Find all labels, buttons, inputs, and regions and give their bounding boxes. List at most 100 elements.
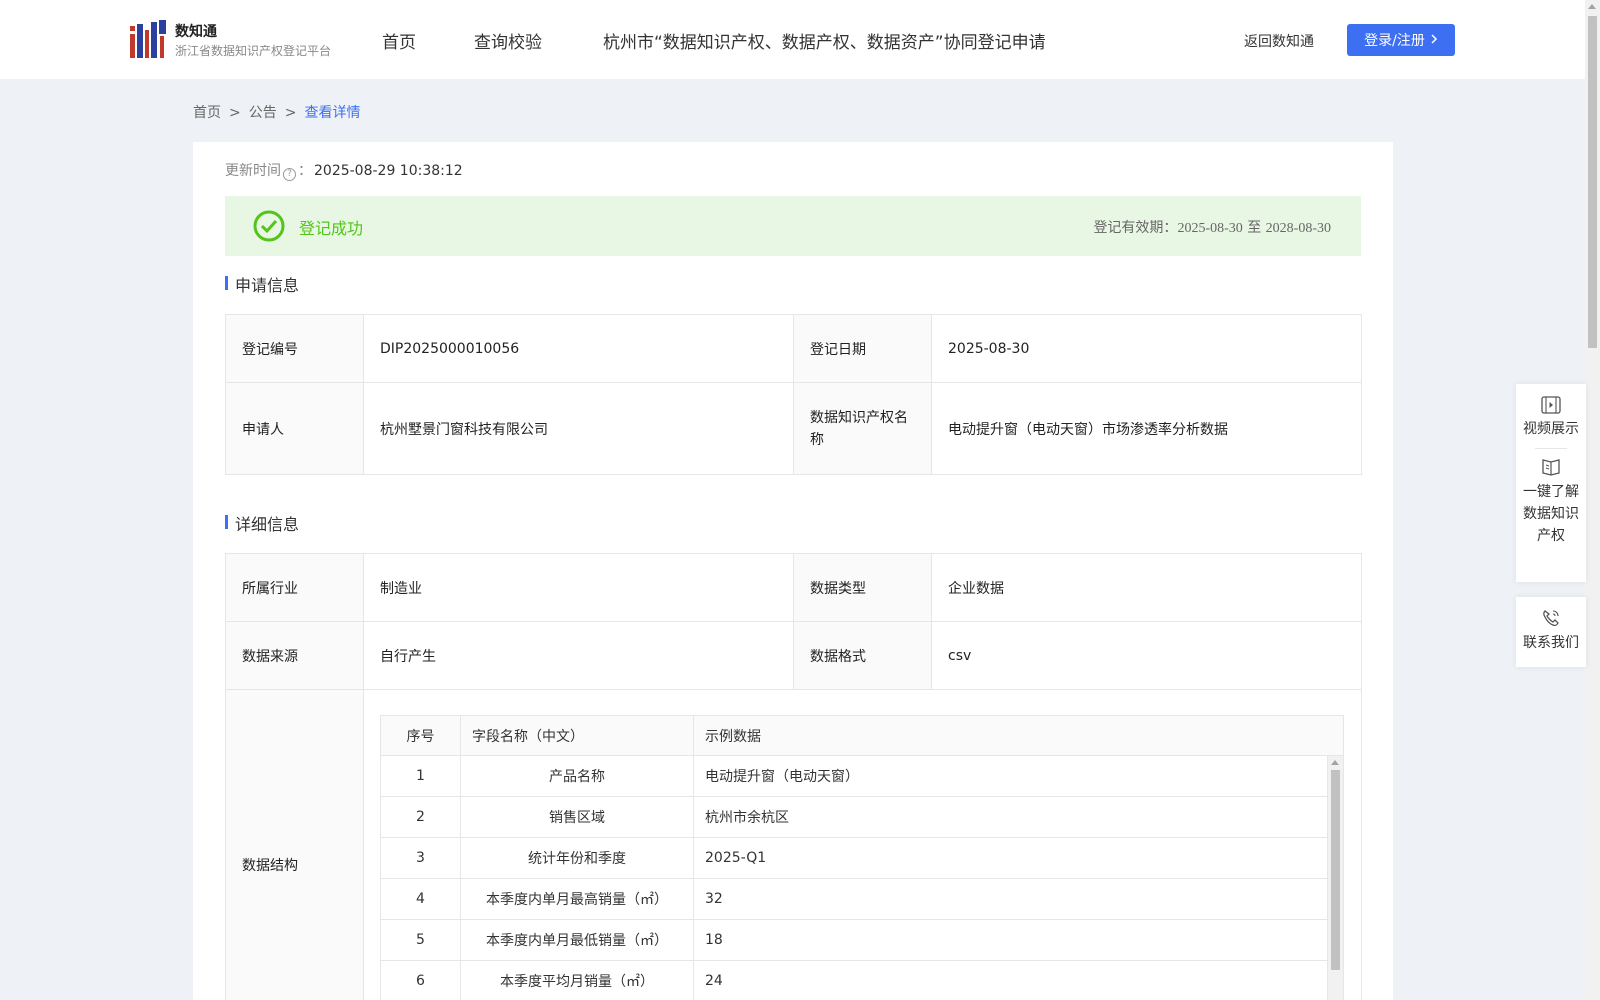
contact-us-label: 联系我们: [1523, 635, 1579, 651]
row-field-name: 本季度内单月最高销量（㎡）: [461, 879, 694, 919]
question-mark-icon[interactable]: ?: [283, 168, 296, 181]
row-field-name: 本季度平均月销量（㎡）: [461, 961, 694, 1000]
side-divider: [1535, 448, 1567, 449]
learn-data-ip-label: 一键了解数据知识产权: [1523, 484, 1579, 544]
header-sample-data: 示例数据: [705, 728, 761, 745]
brand-subtitle: 浙江省数据知识产权登记平台: [175, 44, 332, 58]
nav-query-verify[interactable]: 查询校验: [474, 28, 542, 53]
row-sample-data: 18: [694, 920, 1328, 960]
validity-to-word: 至: [1247, 220, 1262, 236]
data-structure-table: 序号 字段名称（中文） 示例数据 1 产品名称 电动提升窗（电动天窗） 2 销售…: [380, 715, 1344, 1000]
industry-value: 制造业: [363, 553, 794, 622]
contact-us-button[interactable]: 联系我们: [1516, 608, 1586, 654]
row-sample-data: 24: [694, 961, 1328, 1000]
table-row: 申请人 杭州墅景门窗科技有限公司 数据知识产权名称 电动提升窗（电动天窗）市场渗…: [225, 382, 1362, 475]
table-header: 序号 字段名称（中文） 示例数据: [381, 716, 1343, 756]
breadcrumb-notice[interactable]: 公告: [249, 105, 277, 121]
row-field-name: 统计年份和季度: [461, 838, 694, 878]
table-scrollbar[interactable]: [1328, 756, 1343, 1000]
nav-hangzhou-registration[interactable]: 杭州市“数据知识产权、数据产权、数据资产”协同登记申请: [603, 28, 1046, 53]
table-row: 5 本季度内单月最低销量（㎡） 18: [381, 920, 1328, 961]
format-label: 数据格式: [793, 621, 932, 690]
reg-no-label: 登记编号: [225, 314, 364, 383]
format-value: csv: [931, 621, 1362, 690]
validity-to: 2028-08-30: [1265, 221, 1331, 236]
ip-name-label: 数据知识产权名称: [793, 382, 932, 475]
industry-label: 所属行业: [225, 553, 364, 622]
header-field-name: 字段名称（中文）: [461, 716, 694, 755]
row-sample-data: 杭州市余杭区: [694, 797, 1328, 837]
breadcrumb-separator: >: [284, 105, 297, 121]
source-label: 数据来源: [225, 621, 364, 690]
scroll-up-arrow-icon[interactable]: [1331, 760, 1339, 765]
registration-success-banner: 登记成功 登记有效期：2025-08-30 至 2028-08-30: [225, 196, 1361, 256]
learn-data-ip-button[interactable]: 一键了解数据知识产权: [1516, 457, 1586, 547]
table-row: 3 统计年份和季度 2025-Q1: [381, 838, 1328, 879]
chevron-right-icon: [1431, 33, 1438, 47]
update-time: 更新时间?： 2025-08-29 10:38:12: [225, 160, 463, 181]
reg-no-value: DIP2025000010056: [363, 314, 794, 383]
table-row: 登记编号 DIP2025000010056 登记日期 2025-08-30: [225, 314, 1362, 383]
table-row: 4 本季度内单月最高销量（㎡） 32: [381, 879, 1328, 920]
side-panel-bottom: 联系我们: [1516, 597, 1586, 667]
validity-from: 2025-08-30: [1177, 221, 1243, 236]
login-register-label: 登录/注册: [1364, 33, 1425, 49]
video-showcase-label: 视频展示: [1523, 421, 1579, 437]
page-scrollbar[interactable]: [1585, 0, 1600, 1000]
data-type-value: 企业数据: [931, 553, 1362, 622]
video-showcase-button[interactable]: 视频展示: [1516, 396, 1586, 440]
row-index: 1: [381, 756, 461, 796]
reg-date-value: 2025-08-30: [931, 314, 1362, 383]
row-index: 6: [381, 961, 461, 1000]
video-icon: [1541, 396, 1561, 414]
structure-label: 数据结构: [225, 689, 364, 1000]
book-icon: [1542, 459, 1560, 476]
table-row: 所属行业 制造业 数据类型 企业数据: [225, 553, 1362, 622]
nav-home[interactable]: 首页: [382, 28, 416, 53]
application-info-table: 登记编号 DIP2025000010056 登记日期 2025-08-30 申请…: [225, 314, 1362, 475]
detail-info-title: 详细信息: [225, 511, 299, 535]
applicant-value: 杭州墅景门窗科技有限公司: [363, 382, 794, 475]
row-index: 2: [381, 797, 461, 837]
scroll-up-arrow-icon[interactable]: [1588, 4, 1596, 9]
source-value: 自行产生: [363, 621, 794, 690]
row-index: 4: [381, 879, 461, 919]
breadcrumb: 首页 > 公告 > 查看详情: [193, 102, 360, 122]
row-sample-data: 电动提升窗（电动天窗）: [694, 756, 1328, 796]
row-field-name: 产品名称: [461, 756, 694, 796]
update-time-value: 2025-08-29 10:38:12: [314, 163, 463, 179]
breadcrumb-current: 查看详情: [304, 105, 361, 121]
row-field-name: 销售区域: [461, 797, 694, 837]
table-row: 1 产品名称 电动提升窗（电动天窗）: [381, 756, 1328, 797]
row-sample-data: 2025-Q1: [694, 838, 1328, 878]
scrollbar-thumb[interactable]: [1331, 770, 1340, 970]
table-row: 2 销售区域 杭州市余杭区: [381, 797, 1328, 838]
breadcrumb-home[interactable]: 首页: [193, 105, 221, 121]
scrollbar-thumb[interactable]: [1588, 16, 1597, 348]
table-row: 6 本季度平均月销量（㎡） 24: [381, 961, 1328, 1000]
reg-date-label: 登记日期: [793, 314, 932, 383]
phone-icon: [1543, 610, 1559, 627]
status-label: 登记成功: [299, 219, 364, 238]
validity-label: 登记有效期：: [1093, 220, 1178, 236]
success-check-icon: [253, 210, 285, 242]
ip-name-value: 电动提升窗（电动天窗）市场渗透率分析数据: [931, 382, 1362, 475]
applicant-label: 申请人: [225, 382, 364, 475]
top-header: 数知通 浙江省数据知识产权登记平台 首页 查询校验 杭州市“数据知识产权、数据产…: [0, 0, 1585, 79]
header-index: 序号: [381, 716, 461, 755]
validity-period: 登记有效期：2025-08-30 至 2028-08-30: [1093, 217, 1331, 237]
breadcrumb-separator: >: [229, 105, 241, 121]
update-time-colon: ：: [298, 163, 312, 179]
side-panel-top: 视频展示 一键了解数据知识产权: [1516, 384, 1586, 582]
update-time-label: 更新时间: [225, 163, 281, 179]
brand-title: 数知通: [175, 24, 217, 40]
back-to-shuzhitong-link[interactable]: 返回数知通: [1244, 31, 1314, 51]
application-info-title: 申请信息: [225, 272, 299, 296]
row-sample-data: 32: [694, 879, 1328, 919]
row-field-name: 本季度内单月最低销量（㎡）: [461, 920, 694, 960]
login-register-button[interactable]: 登录/注册: [1347, 24, 1455, 56]
row-index: 5: [381, 920, 461, 960]
data-type-label: 数据类型: [793, 553, 932, 622]
row-index: 3: [381, 838, 461, 878]
site-logo[interactable]: [130, 20, 166, 58]
